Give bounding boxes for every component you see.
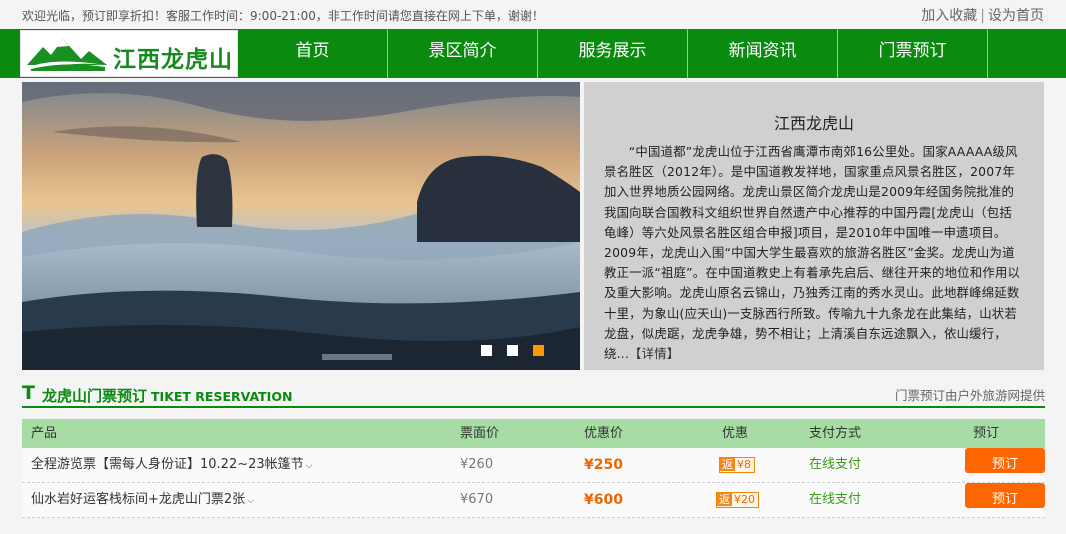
nav-item-tickets[interactable]: 门票预订 [838,29,988,78]
add-favorite-link[interactable]: 加入收藏 [921,8,977,24]
main-navbar: 江西龙虎山 首页 景区简介 服务展示 新闻资讯 门票预订 [0,29,1066,78]
face-price: ¥670 [460,492,494,507]
header-product: 产品 [31,426,58,441]
mountain-logo-icon [27,39,107,71]
book-button[interactable]: 预订 [965,483,1045,508]
section-t-icon: T [22,382,35,404]
header-promo-price: 优惠价 [584,426,624,441]
top-links: 加入收藏 | 设为首页 [921,5,1044,25]
discount-badge-box: 返 ¥8 [719,457,755,473]
product-name[interactable]: 全程游览票【需每人身份证】10.22~23帐篷节 ⌵ [31,448,312,483]
link-separator: | [980,8,985,24]
banner-slideshow[interactable] [22,82,580,370]
promo-price: ¥250 [584,457,623,473]
header-face-price: 票面价 [460,426,500,441]
provider-note: 门票预订由户外旅游网提供 [894,388,1045,403]
ticket-section-header: T 龙虎山门票预订 TIKET RESERVATION 门票预订由户外旅游网提供 [22,380,1045,408]
section-title: 龙虎山门票预订 TIKET RESERVATION [42,385,292,406]
chevron-down-icon[interactable]: ⌵ [247,496,254,506]
nav-item-services[interactable]: 服务展示 [538,29,688,78]
slide-dot-3[interactable] [533,345,544,356]
promo-price: ¥600 [584,492,623,508]
intro-more-link[interactable]: 【详情】 [629,346,679,361]
intro-title: 江西龙虎山 [773,114,854,133]
table-row: 仙水岩好运客栈标间+龙虎山门票2张 ⌵ ¥670 ¥600 返 ¥20 在线支付 预… [22,483,1045,518]
discount-badge: 返 ¥20 [716,483,759,517]
discount-amount: ¥20 [734,493,755,506]
site-logo[interactable]: 江西龙虎山 [20,30,238,77]
discount-tag: 返 [717,493,732,506]
slide-indicators [481,345,544,356]
banner-landscape-image [22,82,580,370]
chevron-down-icon[interactable]: ⌵ [306,461,313,471]
nav-menu: 首页 景区简介 服务展示 新闻资讯 门票预订 [238,29,988,78]
product-name[interactable]: 仙水岩好运客栈标间+龙虎山门票2张 ⌵ [31,483,254,518]
discount-amount: ¥8 [737,458,751,471]
intro-text: “中国道都”龙虎山位于江西省鹰潭市南郊16公里处。国家AAAAA级风景名胜区（2… [604,144,1021,362]
logo-text: 江西龙虎山 [113,47,233,73]
payment-method: 在线支付 [809,457,862,472]
header-discount: 优惠 [722,426,749,441]
intro-body: “中国道都”龙虎山位于江西省鹰潭市南郊16公里处。国家AAAAA级风景名胜区（2… [604,142,1024,364]
header-payment: 支付方式 [809,426,862,441]
header-book: 预订 [973,426,1000,441]
face-price: ¥260 [460,457,494,472]
nav-item-scenic-intro[interactable]: 景区简介 [388,29,538,78]
slide-dot-1[interactable] [481,345,492,356]
top-bar: 欢迎光临，预订即享折扣！客服工作时间：9:00-21:00，非工作时间请您直接在… [0,0,1066,29]
ticket-table: 产品 票面价 优惠价 优惠 支付方式 预订 全程游览票【需每人身份证】10.22… [22,419,1045,518]
section-title-en: TIKET RESERVATION [151,389,293,404]
product-name-text: 仙水岩好运客栈标间+龙虎山门票2张 [31,492,246,507]
table-row: 全程游览票【需每人身份证】10.22~23帐篷节 ⌵ ¥260 ¥250 返 ¥8 … [22,448,1045,483]
slide-dot-2[interactable] [507,345,518,356]
payment-method: 在线支付 [809,492,862,507]
set-homepage-link[interactable]: 设为首页 [988,8,1044,24]
intro-panel: 江西龙虎山 “中国道都”龙虎山位于江西省鹰潭市南郊16公里处。国家AAAAA级风… [584,82,1044,370]
welcome-notice: 欢迎光临，预订即享折扣！客服工作时间：9:00-21:00，非工作时间请您直接在… [22,9,544,23]
discount-badge: 返 ¥8 [719,448,755,482]
nav-item-home[interactable]: 首页 [238,29,388,78]
discount-tag: 返 [720,458,735,471]
section-title-cn: 龙虎山门票预订 [42,387,148,405]
table-header: 产品 票面价 优惠价 优惠 支付方式 预订 [22,419,1045,448]
book-button[interactable]: 预订 [965,448,1045,473]
product-name-text: 全程游览票【需每人身份证】10.22~23帐篷节 [31,457,304,472]
discount-badge-box: 返 ¥20 [716,492,759,508]
nav-item-news[interactable]: 新闻资讯 [688,29,838,78]
